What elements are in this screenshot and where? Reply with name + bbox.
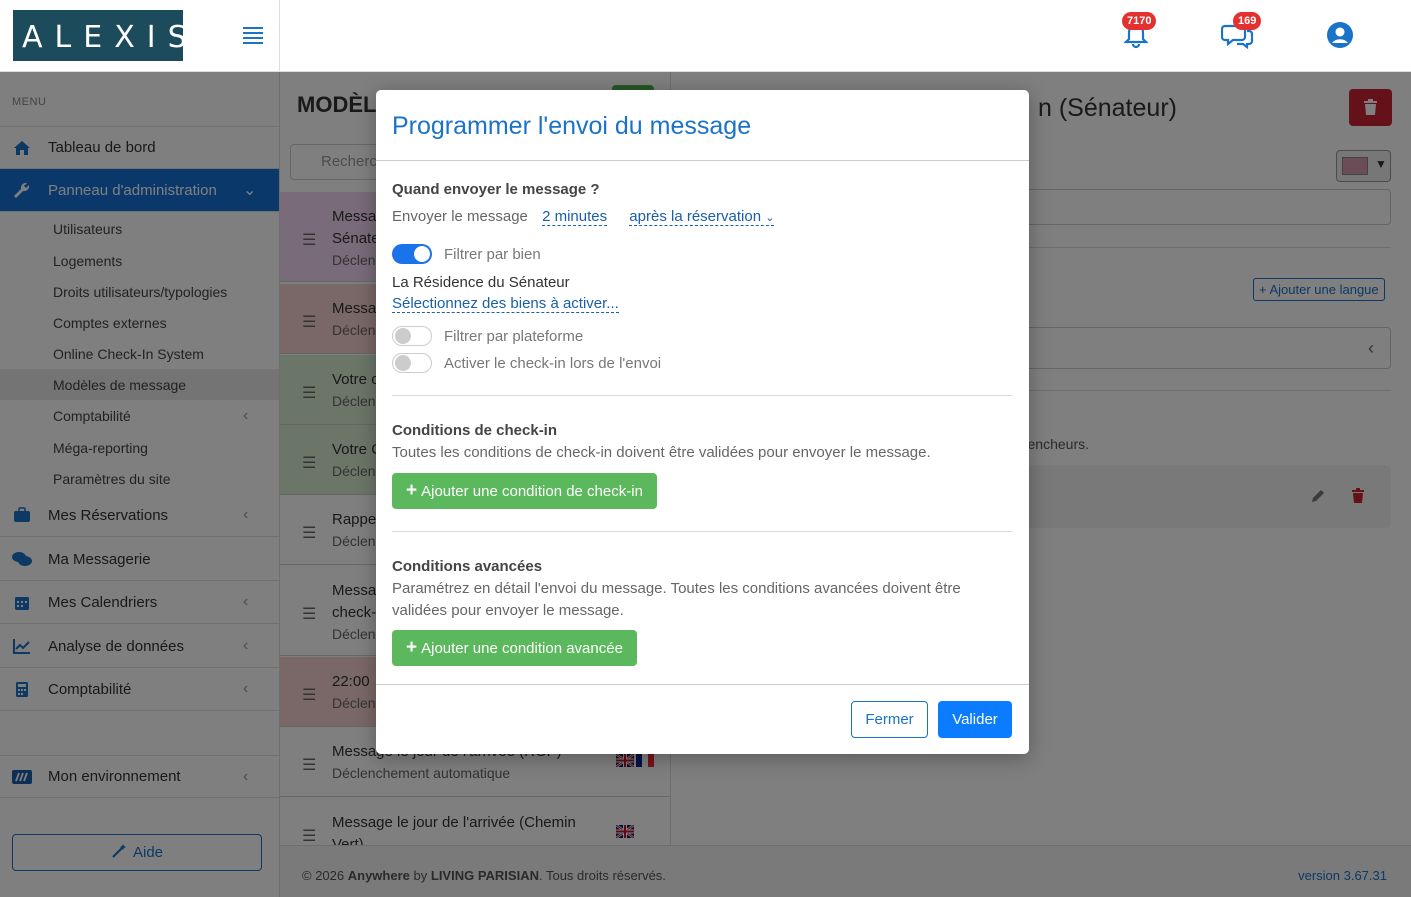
toggle-knob	[414, 246, 430, 262]
plus-icon: +	[406, 480, 418, 501]
advanced-conditions-desc-2: validées pour envoyer le message.	[392, 602, 624, 619]
user-account-icon[interactable]	[1325, 20, 1355, 50]
menu-toggle-icon[interactable]	[243, 27, 263, 44]
section-divider	[392, 395, 1013, 396]
delay-value-editable[interactable]: 2 minutes	[542, 208, 608, 226]
checkin-on-send-toggle[interactable]	[392, 353, 432, 373]
messages-chat-icon[interactable]: 169	[1220, 12, 1262, 50]
add-advanced-condition-button[interactable]: + Ajouter une condition avancée	[392, 630, 637, 666]
chevron-down-icon: ⌄	[765, 212, 775, 224]
notifications-badge: 7170	[1122, 12, 1157, 30]
plus-icon: +	[406, 637, 418, 658]
send-schedule-row: Envoyer le message 2 minutes après la ré…	[392, 208, 775, 226]
notifications-bell-icon[interactable]: 7170	[1121, 12, 1157, 50]
filter-property-toggle[interactable]	[392, 244, 432, 264]
checkin-conditions-desc: Toutes les conditions de check-in doiven…	[392, 444, 931, 461]
relative-event-value: après la réservation	[629, 208, 762, 225]
filter-platform-toggle[interactable]	[392, 326, 432, 346]
schedule-message-modal: Programmer l'envoi du message Quand envo…	[376, 90, 1029, 754]
toggle-knob	[395, 355, 411, 371]
messages-badge: 169	[1233, 12, 1262, 30]
filter-property-label: Filtrer par bien	[444, 246, 541, 263]
modal-footer-divider	[376, 684, 1029, 685]
top-bar: ALEXIS 7170 169	[0, 0, 1411, 72]
validate-button[interactable]: Valider	[938, 701, 1012, 738]
filter-platform-label: Filtrer par plateforme	[444, 328, 584, 345]
when-heading: Quand envoyer le message ?	[392, 181, 600, 198]
relative-event-select[interactable]: après la réservation ⌄	[629, 208, 775, 226]
add-checkin-condition-button[interactable]: + Ajouter une condition de check-in	[392, 473, 657, 509]
add-advanced-condition-label: Ajouter une condition avancée	[421, 639, 623, 657]
section-divider	[392, 531, 1013, 532]
advanced-conditions-desc-1: Paramétrez en détail l'envoi du message.…	[392, 580, 961, 597]
close-button[interactable]: Fermer	[851, 701, 928, 738]
selected-property: La Résidence du Sénateur	[392, 274, 570, 291]
checkin-conditions-heading: Conditions de check-in	[392, 422, 558, 439]
advanced-conditions-heading: Conditions avancées	[392, 558, 543, 575]
add-checkin-condition-label: Ajouter une condition de check-in	[421, 482, 643, 500]
logo-area: ALEXIS	[0, 0, 280, 72]
checkin-on-send-label: Activer le check-in lors de l'envoi	[444, 355, 662, 372]
select-properties-link[interactable]: Sélectionnez des biens à activer...	[392, 295, 619, 313]
logo-text: ALEXIS	[22, 20, 199, 55]
modal-header-divider	[376, 160, 1029, 161]
send-label: Envoyer le message	[392, 208, 528, 225]
modal-title: Programmer l'envoi du message	[392, 112, 752, 140]
toggle-knob	[395, 328, 411, 344]
